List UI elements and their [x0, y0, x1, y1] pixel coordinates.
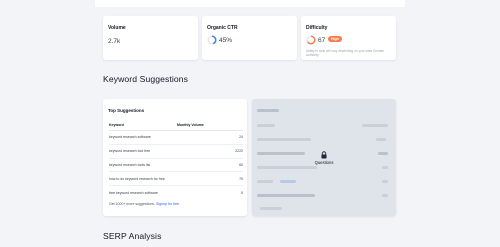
- table-row: free keyword research software 5: [109, 186, 243, 200]
- ctr-value: 45%: [219, 37, 233, 44]
- table-row: keyword research software 24: [109, 131, 243, 145]
- row-volume: 70: [239, 176, 243, 181]
- organic-ctr-card: Organic CTR 45%: [202, 16, 297, 60]
- table-header: Keyword Monthly Volume: [109, 120, 243, 131]
- blurred-title: [257, 109, 279, 112]
- row-keyword: keyword research tools list: [109, 162, 151, 167]
- row-volume: 60: [239, 162, 243, 167]
- keyword-suggestions-heading: Keyword Suggestions: [103, 74, 189, 84]
- questions-lock[interactable]: Questions: [314, 151, 334, 165]
- more-suggestions-line: Get 1000+ more suggestions. Signup for f…: [109, 202, 180, 206]
- volume-value: 2.7k: [108, 38, 121, 45]
- ctr-ring-gauge: [207, 35, 217, 45]
- difficulty-title: Difficulty: [306, 25, 328, 31]
- row-keyword: free keyword research software: [109, 191, 158, 196]
- volume-card: Volume 2.7k: [103, 16, 198, 60]
- blurred-text: [280, 180, 296, 183]
- blurred-text: [382, 166, 388, 169]
- row-volume: 5: [241, 191, 243, 196]
- blurred-text: [382, 180, 388, 183]
- questions-label: Questions: [314, 159, 334, 165]
- difficulty-card: Difficulty 67 High Ability to rank will …: [301, 16, 396, 60]
- blurred-text: [257, 194, 315, 197]
- blurred-text: [382, 194, 388, 197]
- blurred-text: [257, 138, 311, 141]
- row-volume: 24: [239, 135, 243, 140]
- row-keyword: keyword research tool free: [109, 149, 151, 154]
- volume-title: Volume: [108, 25, 126, 31]
- blurred-text: [257, 166, 317, 169]
- column-header-volume: Monthly Volume: [177, 123, 204, 127]
- lock-icon: [321, 151, 327, 159]
- row-keyword: how to do keyword research for free: [109, 176, 165, 181]
- difficulty-value: 67: [318, 37, 326, 44]
- table-row: how to do keyword research for free 70: [109, 172, 243, 187]
- column-header-keyword: Keyword: [109, 123, 124, 127]
- blurred-text: [257, 180, 273, 183]
- row-keyword: keyword research software: [109, 135, 151, 140]
- signup-link[interactable]: Signup for free.: [156, 202, 180, 206]
- difficulty-badge: High: [328, 36, 342, 42]
- more-suggestions-text: Get 1000+ more suggestions.: [109, 202, 156, 206]
- table-row: keyword research tools list 60: [109, 159, 243, 173]
- difficulty-ring-gauge: [306, 35, 316, 45]
- blurred-text: [257, 152, 305, 155]
- serp-analysis-heading: SERP Analysis: [103, 231, 162, 241]
- top-suggestions-card: Top Suggestions Keyword Monthly Volume k…: [103, 99, 247, 216]
- blurred-text: [376, 138, 386, 141]
- blurred-text: [362, 124, 388, 127]
- ctr-title: Organic CTR: [207, 25, 238, 31]
- blurred-text: [260, 207, 282, 210]
- top-strip: [95, 0, 405, 7]
- top-suggestions-title: Top Suggestions: [108, 108, 145, 113]
- blurred-text: [257, 124, 275, 127]
- row-volume: 2222: [235, 149, 243, 154]
- questions-locked-panel[interactable]: Questions: [252, 99, 396, 216]
- table-row: keyword research tool free 2222: [109, 145, 243, 159]
- blurred-text: [378, 152, 388, 155]
- suggestions-table: Keyword Monthly Volume keyword research …: [109, 120, 243, 200]
- difficulty-note: Ability to rank will vary depending on y…: [306, 49, 384, 58]
